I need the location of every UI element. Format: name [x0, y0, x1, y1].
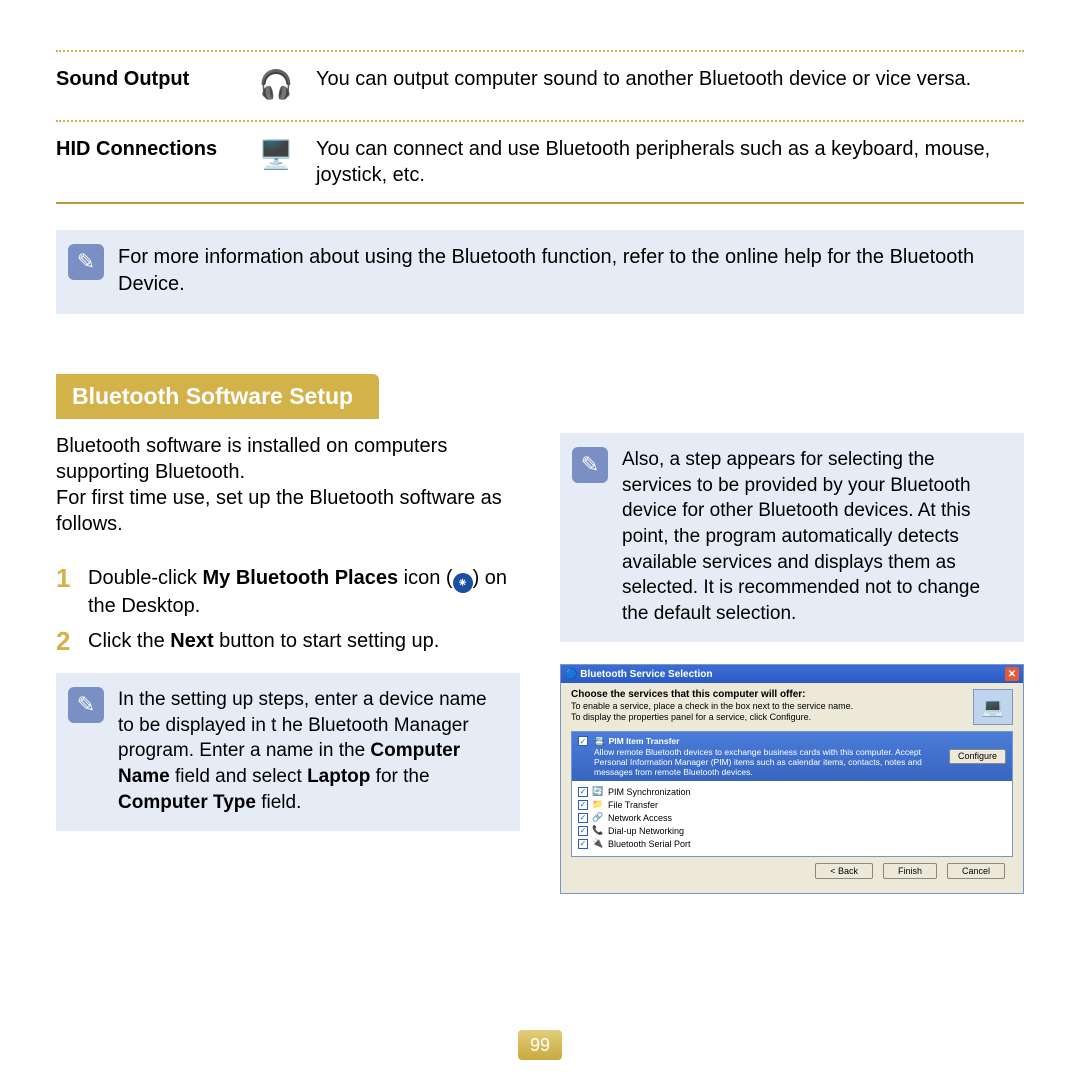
feature-row-hid-connections: HID Connections 🖥️ You can connect and u…: [56, 122, 1024, 202]
note-box-services: ✎ Also, a step appears for selecting the…: [560, 433, 1024, 642]
service-row[interactable]: ✓📁File Transfer: [578, 798, 1006, 811]
note-box-help: ✎ For more information about using the B…: [56, 230, 1024, 314]
pencil-icon: ✎: [68, 687, 104, 723]
bluetooth-icon: ⁕: [453, 573, 473, 593]
service-row[interactable]: ✓📞Dial-up Networking: [578, 824, 1006, 837]
step-number: 1: [56, 565, 76, 620]
service-row[interactable]: ✓🔗Network Access: [578, 811, 1006, 824]
peripherals-icon: 🖥️: [254, 132, 298, 176]
services-list: ✓ 📇 PIM Item Transfer Allow remote Bluet…: [571, 731, 1013, 857]
window-body: Choose the services that this computer w…: [561, 683, 1023, 893]
checkbox-icon[interactable]: ✓: [578, 800, 588, 810]
step-text: Click the Next button to start setting u…: [88, 628, 439, 655]
page-number: 99: [518, 1030, 562, 1060]
window-button-row: < Back Finish Cancel: [571, 857, 1013, 883]
divider-solid: [56, 202, 1024, 204]
service-row[interactable]: ✓🔄PIM Synchronization: [578, 785, 1006, 798]
pencil-icon: ✎: [572, 447, 608, 483]
headset-icon: 🎧: [254, 62, 298, 106]
window-header: Choose the services that this computer w…: [571, 689, 1013, 725]
note-text: In the setting up steps, enter a device …: [118, 687, 504, 815]
checkbox-icon[interactable]: ✓: [578, 736, 588, 746]
window-titlebar: 🔵 Bluetooth Service Selection ✕: [561, 665, 1023, 683]
note-text: For more information about using the Blu…: [118, 244, 1008, 298]
feature-description: You can connect and use Bluetooth periph…: [316, 132, 1024, 188]
checkbox-icon[interactable]: ✓: [578, 787, 588, 797]
left-column: Bluetooth software is installed on compu…: [56, 433, 520, 894]
window-header-text: Choose the services that this computer w…: [571, 689, 965, 723]
section-heading: Bluetooth Software Setup: [56, 374, 379, 419]
pencil-icon: ✎: [68, 244, 104, 280]
step-text: Double-click My Bluetooth Places icon (⁕…: [88, 565, 520, 620]
note-box-device-name: ✎ In the setting up steps, enter a devic…: [56, 673, 520, 831]
two-column-layout: Bluetooth software is installed on compu…: [56, 433, 1024, 894]
checkbox-icon[interactable]: ✓: [578, 813, 588, 823]
feature-description: You can output computer sound to another…: [316, 62, 1024, 92]
intro-text: Bluetooth software is installed on compu…: [56, 433, 520, 537]
bluetooth-service-selection-window: 🔵 Bluetooth Service Selection ✕ Choose t…: [560, 664, 1024, 894]
configure-button[interactable]: Configure: [949, 749, 1006, 764]
window-title: 🔵 Bluetooth Service Selection: [565, 669, 713, 680]
step-number: 2: [56, 628, 76, 655]
service-row[interactable]: ✓🔌Bluetooth Serial Port: [578, 837, 1006, 850]
feature-label: Sound Output: [56, 62, 236, 91]
right-column: ✎ Also, a step appears for selecting the…: [560, 433, 1024, 894]
note-text: Also, a step appears for selecting the s…: [622, 447, 1008, 626]
step-2: 2 Click the Next button to start setting…: [56, 628, 520, 655]
close-icon[interactable]: ✕: [1005, 667, 1019, 681]
step-1: 1 Double-click My Bluetooth Places icon …: [56, 565, 520, 620]
feature-label: HID Connections: [56, 132, 236, 161]
checkbox-icon[interactable]: ✓: [578, 839, 588, 849]
cancel-button[interactable]: Cancel: [947, 863, 1005, 879]
services-sublist: ✓🔄PIM Synchronization ✓📁File Transfer ✓🔗…: [572, 781, 1012, 856]
finish-button[interactable]: Finish: [883, 863, 937, 879]
checkbox-icon[interactable]: ✓: [578, 826, 588, 836]
feature-row-sound-output: Sound Output 🎧 You can output computer s…: [56, 52, 1024, 120]
back-button[interactable]: < Back: [815, 863, 873, 879]
service-pim-item-transfer[interactable]: ✓ 📇 PIM Item Transfer Allow remote Bluet…: [572, 732, 1012, 781]
bluetooth-device-icon: 💻: [973, 689, 1013, 725]
